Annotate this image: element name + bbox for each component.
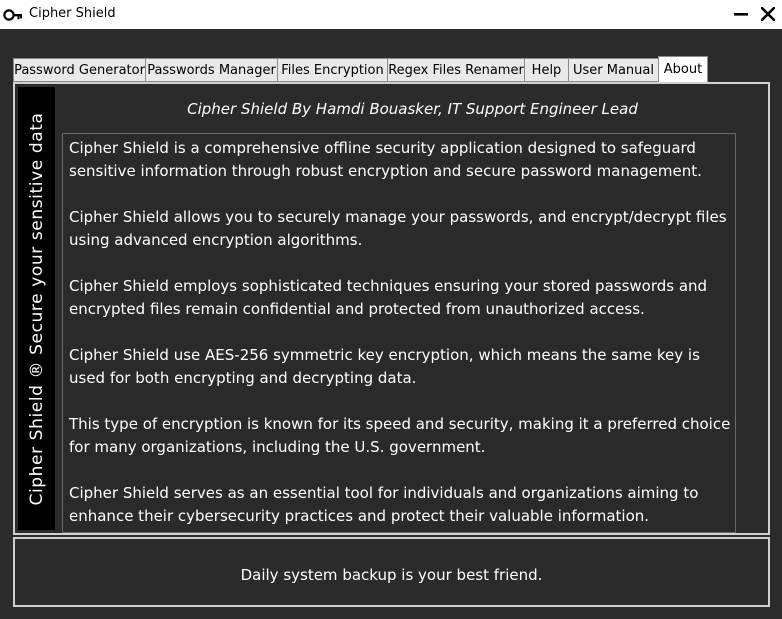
- minimize-button[interactable]: [730, 2, 752, 26]
- tab-password-generator[interactable]: Password Generator: [13, 58, 145, 82]
- tab-passwords-manager[interactable]: Passwords Manager: [145, 58, 277, 82]
- tab-user-manual[interactable]: User Manual: [568, 58, 658, 82]
- about-paragraph: Cipher Shield allows you to securely man…: [69, 208, 727, 249]
- about-panel: Cipher Shield ® Secure your sensitive da…: [13, 82, 770, 535]
- key-icon: [3, 5, 23, 25]
- tab-files-encryption[interactable]: Files Encryption: [277, 58, 387, 82]
- close-icon: [761, 7, 775, 21]
- about-paragraph: Cipher Shield employs sophisticated tech…: [69, 277, 708, 318]
- tab-regex-files-renamer[interactable]: Regex Files Renamer: [387, 58, 524, 82]
- minimize-icon: [734, 13, 748, 16]
- about-paragraph: Cipher Shield serves as an essential too…: [69, 484, 699, 525]
- tab-help[interactable]: Help: [524, 58, 568, 82]
- tab-about[interactable]: About: [658, 56, 708, 82]
- sidebar-slogan: Cipher Shield ® Secure your sensitive da…: [26, 111, 47, 506]
- about-paragraph: Cipher Shield is a comprehensive offline…: [69, 139, 702, 180]
- about-paragraph: Cipher Shield use AES-256 symmetric key …: [69, 346, 700, 387]
- footer-tip: Daily system backup is your best friend.: [240, 566, 543, 584]
- about-paragraph: This type of encryption is known for its…: [69, 415, 731, 456]
- close-button[interactable]: [757, 2, 779, 26]
- window-title: Cipher Shield: [29, 6, 116, 21]
- tab-bar: Password Generator Passwords Manager Fil…: [13, 56, 708, 82]
- footer-bar: Daily system backup is your best friend.: [13, 537, 770, 607]
- about-heading: Cipher Shield By Hamdi Bouasker, IT Supp…: [187, 100, 638, 118]
- title-bar: Cipher Shield: [0, 0, 782, 29]
- about-text-box[interactable]: Cipher Shield is a comprehensive offline…: [62, 133, 736, 533]
- sidebar-banner: Cipher Shield ® Secure your sensitive da…: [18, 87, 55, 530]
